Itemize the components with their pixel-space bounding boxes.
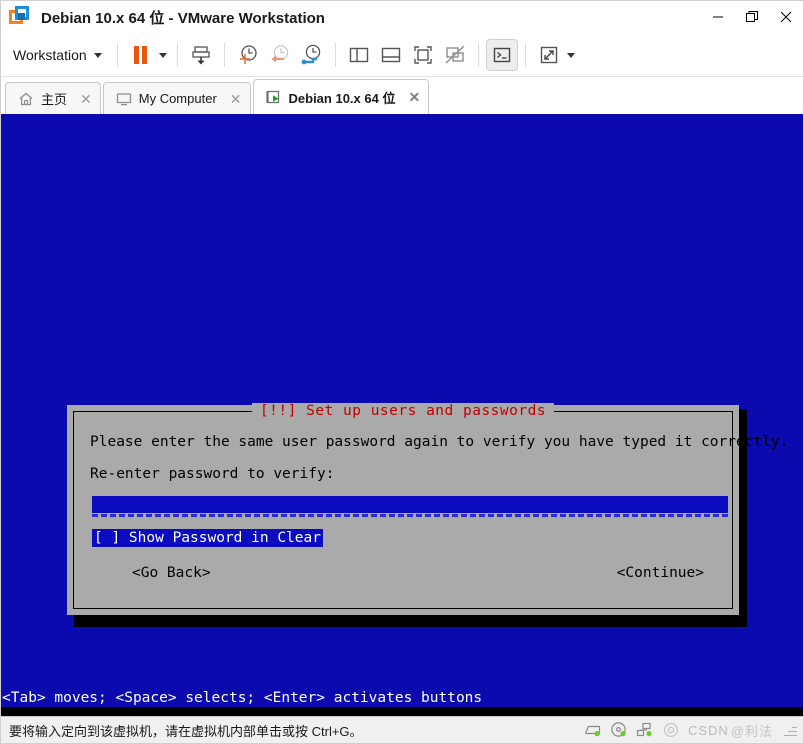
- dialog-title: [!!] Set up users and passwords: [251, 403, 555, 419]
- status-device-tray: CSDN @利法: [584, 721, 797, 740]
- hard-disk-icon[interactable]: [584, 721, 602, 739]
- main-toolbar: Workstation: [1, 34, 803, 77]
- tab-my-computer-label: My Computer: [138, 91, 217, 106]
- toolbar-separator: [223, 43, 225, 67]
- vm-console-screen[interactable]: [!!] Set up users and passwords Please e…: [1, 114, 803, 716]
- expand-arrows-icon: [540, 46, 557, 64]
- password-input-box: [92, 496, 728, 513]
- keyboard-hint-text: <Tab> moves; <Space> selects; <Enter> ac…: [2, 690, 483, 706]
- fullscreen-button[interactable]: [407, 39, 439, 71]
- clock-plus-icon: [239, 45, 257, 64]
- sidebar-panel-icon: [349, 47, 368, 63]
- debian-installer-dialog: [!!] Set up users and passwords Please e…: [67, 403, 789, 615]
- csdn-watermark: CSDN @利法: [688, 721, 773, 740]
- home-icon: [19, 92, 33, 105]
- resize-grip[interactable]: [783, 723, 797, 737]
- tab-home-close-icon[interactable]: ✕: [80, 92, 92, 106]
- tab-debian-vm[interactable]: Debian 10.x 64 位 ✕: [252, 79, 430, 114]
- tab-home-label: 主页: [41, 92, 68, 107]
- toolbar-separator: [477, 43, 479, 67]
- network-adapter-icon[interactable]: [636, 721, 654, 739]
- unity-mode-button[interactable]: [439, 39, 471, 71]
- status-bar: 要将输入定向到该虚拟机，请在虚拟机内部单击或按 Ctrl+G。 CSDN @利法: [1, 716, 803, 743]
- watermark-cn: @利法: [730, 723, 773, 739]
- power-dropdown[interactable]: [158, 52, 167, 58]
- tab-my-computer-close-icon[interactable]: ✕: [230, 92, 242, 106]
- stretch-view-dropdown[interactable]: [566, 52, 575, 58]
- sound-card-icon[interactable]: [662, 721, 680, 739]
- revert-snapshot-button[interactable]: [264, 39, 296, 71]
- password-input-underline: [92, 514, 728, 517]
- toolbar-separator: [116, 43, 118, 67]
- window-title: Debian 10.x 64 位 - VMware Workstation: [41, 9, 325, 27]
- show-library-button[interactable]: [343, 39, 375, 71]
- vm-running-icon: [265, 90, 279, 104]
- toolbar-separator: [176, 43, 178, 67]
- monitor-icon: [116, 92, 131, 105]
- dialog-prompt-text: Please enter the same user password agai…: [90, 434, 789, 450]
- terminal-icon: [493, 47, 510, 63]
- clock-wrench-icon: [301, 44, 320, 65]
- vmware-workstation-window: Debian 10.x 64 位 - VMware Workstation Wo…: [0, 0, 804, 744]
- suspend-button[interactable]: [125, 39, 157, 71]
- fullscreen-icon: [413, 46, 432, 64]
- take-snapshot-button[interactable]: [232, 39, 264, 71]
- vmware-logo-icon: [9, 6, 31, 28]
- dialog-inner-frame: [!!] Set up users and passwords Please e…: [73, 403, 789, 609]
- close-button[interactable]: [769, 2, 803, 32]
- dialog-button-row: <Go Back> <Continue>: [90, 565, 716, 581]
- password-input[interactable]: [92, 496, 728, 517]
- minimize-button[interactable]: [701, 2, 735, 32]
- title-bar: Debian 10.x 64 位 - VMware Workstation: [1, 1, 803, 34]
- tab-strip: 主页 ✕ My Computer ✕ Debian 10.x 64 位 ✕: [1, 77, 803, 114]
- tab-debian-vm-label: Debian 10.x 64 位: [288, 90, 396, 106]
- bottom-panel-icon: [381, 47, 400, 63]
- window-controls: [701, 1, 803, 33]
- console-view-button[interactable]: [485, 39, 518, 71]
- restore-button[interactable]: [735, 2, 769, 32]
- workstation-menu-label: Workstation: [13, 47, 87, 63]
- toolbar-separator: [334, 43, 336, 67]
- restore-icon: [745, 10, 758, 22]
- password-field-label: Re-enter password to verify:: [90, 466, 335, 482]
- close-icon: [780, 11, 792, 23]
- status-message: 要将输入定向到该虚拟机，请在虚拟机内部单击或按 Ctrl+G。: [9, 723, 363, 739]
- show-password-checkbox[interactable]: [ ] Show Password in Clear: [92, 529, 323, 547]
- continue-button[interactable]: <Continue>: [617, 565, 704, 581]
- chevron-down-icon: [93, 52, 102, 58]
- clock-back-icon: [271, 45, 288, 63]
- minimize-icon: [713, 16, 723, 18]
- show-thumbnails-button[interactable]: [375, 39, 407, 71]
- install-tools-button[interactable]: [185, 39, 217, 71]
- download-to-vm-icon: [192, 46, 210, 65]
- dialog-body: Please enter the same user password agai…: [74, 412, 789, 581]
- pause-icon: [134, 46, 148, 64]
- tab-home[interactable]: 主页 ✕: [5, 82, 101, 114]
- manage-snapshots-button[interactable]: [296, 39, 328, 71]
- cd-dvd-icon[interactable]: [610, 721, 628, 739]
- watermark-latin: CSDN: [687, 722, 729, 738]
- tab-debian-vm-close-icon[interactable]: ✕: [408, 90, 420, 104]
- vm-bottom-bar: [1, 707, 803, 716]
- toolbar-separator: [524, 43, 526, 67]
- unity-disabled-icon: [445, 45, 465, 64]
- workstation-menu-button[interactable]: Workstation: [7, 43, 110, 67]
- go-back-button[interactable]: <Go Back>: [132, 565, 211, 581]
- stretch-view-button[interactable]: [533, 39, 565, 71]
- tab-my-computer[interactable]: My Computer ✕: [102, 82, 251, 114]
